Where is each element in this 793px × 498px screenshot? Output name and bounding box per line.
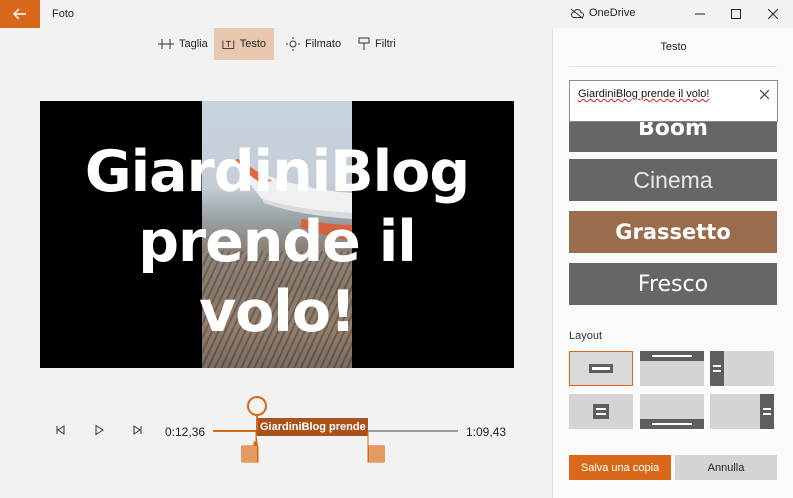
style-boom[interactable]: Boom [569,122,777,152]
layout-bottom-banner[interactable] [640,394,704,429]
motion-icon [286,37,300,51]
step-forward-icon [133,425,142,435]
trim-icon [158,39,174,49]
overlay-line-1: GiardiniBlog [84,139,470,205]
maximize-button[interactable] [719,0,753,28]
onedrive-label: OneDrive [589,7,636,19]
layout-center-small[interactable] [569,394,633,429]
text-clip-range[interactable]: GiardiniBlog prende il volo! [256,418,368,436]
layout-bottom-banner-icon [640,419,704,429]
layout-top-banner[interactable] [640,351,704,386]
toolbar-trim-button[interactable]: Taglia [150,28,216,60]
title-bar: Foto OneDrive [0,0,793,28]
text-input[interactable]: GiardiniBlog prende il volo! [569,80,778,122]
clear-icon [759,89,770,100]
cloud-offline-icon [570,8,584,19]
layout-left-side[interactable] [710,351,774,386]
text-input-value: GiardiniBlog prende il volo! [578,88,710,100]
previous-frame-button[interactable] [51,421,69,439]
play-button[interactable] [90,421,108,439]
style-fresco[interactable]: Fresco [569,263,777,305]
video-preview[interactable]: GiardiniBlog prende il volo! [40,101,514,368]
end-time: 1:09,43 [466,425,507,439]
layout-right-side-icon [760,394,774,429]
maximize-icon [731,9,741,19]
minimize-icon [695,13,705,15]
filter-icon [358,37,370,50]
close-icon [768,9,778,19]
text-icon [222,40,235,49]
panel-title: Testo [660,41,687,53]
layout-top-banner-icon [640,351,704,361]
app-title: Foto [52,8,75,20]
toolbar-filter-label: Filtri [375,38,396,50]
video-overlay-text: GiardiniBlog prende il volo! [40,137,514,347]
cancel-button[interactable]: Annulla [675,455,777,480]
layout-left-side-icon [710,351,724,386]
playhead-handle[interactable] [247,396,267,416]
step-back-icon [56,425,65,435]
layout-right-side[interactable] [710,394,774,429]
layout-center-small-icon [593,404,609,419]
current-time: 0:12,36 [165,425,206,439]
toolbar-text-label: Testo [239,38,266,50]
panel-divider [569,66,777,67]
toolbar-filter-button[interactable]: Filtri [350,28,404,60]
layout-label: Layout [569,330,603,342]
style-grassetto[interactable]: Grassetto [569,211,777,253]
layout-center-large-icon [589,364,613,373]
toolbar-motion-button[interactable]: Filmato [278,28,349,60]
style-cinema[interactable]: Cinema [569,159,777,201]
overlay-line-2: prende il [138,209,417,275]
onedrive-status[interactable]: OneDrive [570,7,635,19]
playhead-line [256,415,258,431]
minimize-button[interactable] [683,0,717,28]
toolbar-trim-label: Taglia [179,38,208,50]
save-copy-button[interactable]: Salva una copia [569,455,671,480]
back-button[interactable] [0,0,40,28]
text-panel: Testo GiardiniBlog prende il volo! Boom … [552,28,793,498]
close-button[interactable] [756,0,790,28]
next-frame-button[interactable] [129,421,147,439]
clear-text-button[interactable] [759,87,770,102]
toolbar-text-button[interactable]: Testo [214,28,274,60]
layout-center-large[interactable] [569,351,633,386]
toolbar-motion-label: Filmato [305,38,342,50]
play-icon [95,424,104,436]
back-arrow-icon [13,8,26,20]
overlay-line-3: volo! [198,279,356,345]
trim-start-handle[interactable] [240,432,260,464]
trim-end-handle[interactable] [366,432,386,464]
